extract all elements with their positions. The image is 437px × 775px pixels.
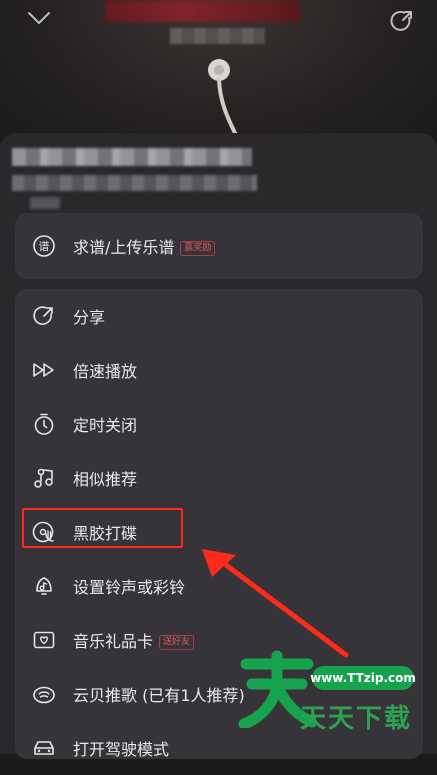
menu-item-label: 打开驾驶模式 (73, 740, 170, 759)
menu-item-share[interactable]: 分享 (15, 289, 423, 343)
song-artist (12, 175, 257, 191)
menu-item-label: 设置铃声或彩铃 (73, 578, 186, 597)
gift-card-icon (33, 631, 55, 649)
menu-item-label: 定时关闭 (73, 416, 138, 435)
blurred-lyric-banner (105, 0, 300, 22)
menu-item-label: 云贝推歌 (已有1人推荐) (73, 686, 245, 705)
share-icon[interactable] (389, 8, 415, 34)
share-icon (33, 306, 53, 325)
menu-item-score[interactable]: 谱 求谱/上传乐谱 赢奖励 (15, 219, 423, 273)
menu-item-timer[interactable]: 定时关闭 (15, 397, 423, 451)
svg-text:谱: 谱 (39, 239, 50, 253)
cloud-recommend-icon (33, 686, 55, 704)
ringtone-icon (36, 577, 52, 595)
gift-badge: 送好友 (159, 635, 195, 650)
menu-item-label: 分享 (73, 308, 106, 327)
watermark-url: www.TTzip.com (310, 666, 416, 690)
menu-item-label: 相似推荐 (73, 470, 138, 489)
menu-item-speed[interactable]: 倍速播放 (15, 343, 423, 397)
reward-badge: 赢奖励 (180, 241, 216, 256)
menu-item-label: 音乐礼品卡 送好友 (73, 628, 195, 652)
playback-speed-icon (33, 363, 54, 377)
pointer-arrow (202, 549, 349, 658)
chevron-down-icon[interactable] (26, 8, 52, 28)
menu-item-label: 倍速播放 (73, 362, 138, 381)
menu-item-similar[interactable]: 相似推荐 (15, 451, 423, 505)
song-title (12, 148, 252, 166)
driving-mode-icon (34, 741, 54, 755)
similar-music-icon (34, 468, 53, 488)
highlight-box (22, 508, 183, 548)
blurred-subtitle (170, 28, 265, 44)
song-extra-info (30, 197, 60, 209)
timer-icon (34, 413, 54, 435)
score-card: 谱 求谱/上传乐谱 赢奖励 (15, 213, 423, 279)
watermark-name: 天天下载 (300, 704, 413, 734)
menu-item-label: 求谱/上传乐谱 赢奖励 (73, 234, 216, 258)
turntable-needle (208, 59, 238, 137)
music-score-icon: 谱 (33, 235, 55, 257)
